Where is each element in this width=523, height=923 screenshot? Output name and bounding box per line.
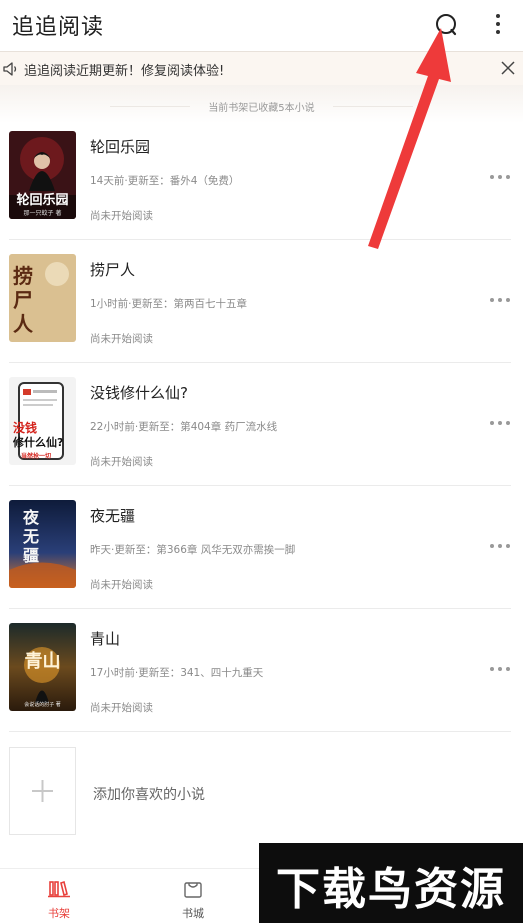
cover-title: 夜无疆 xyxy=(23,508,40,565)
add-book-label: 添加你喜欢的小说 xyxy=(93,787,205,803)
book-status: 尚未开始阅读 xyxy=(90,702,153,714)
vertical-dots-icon xyxy=(496,14,500,34)
book-item[interactable]: 捞尸人 捞尸人 1小时前·更新至：第两百七十五章 尚未开始阅读 xyxy=(0,241,523,363)
book-update: 14天前·更新至：番外4（免费） xyxy=(90,175,240,187)
book-item[interactable]: 夜无疆 夜无疆 昨天·更新至：第366章 风华无双亦需挨一脚 尚未开始阅读 xyxy=(0,487,523,609)
bookshelf-icon xyxy=(48,880,70,898)
divider xyxy=(333,106,413,107)
more-dots-icon[interactable] xyxy=(488,418,512,428)
book-cover: 轮回乐园 那一只蚊子 著 xyxy=(9,131,76,219)
divider xyxy=(9,239,511,240)
book-title: 没钱修什么仙? xyxy=(90,384,188,402)
cover-text-bottom: 当然抢一切 xyxy=(21,453,52,460)
store-icon xyxy=(184,882,202,898)
book-update: 1小时前·更新至：第两百七十五章 xyxy=(90,298,248,310)
notice-bar: 追追阅读近期更新！修复阅读体验! xyxy=(0,51,523,85)
watermark-text: 下载鸟资源 xyxy=(276,864,506,915)
book-title: 青山 xyxy=(90,630,121,648)
tab-label: 书架 xyxy=(48,907,70,920)
book-cover: 青山 会说话的肘子 著 xyxy=(9,623,76,711)
add-book-button[interactable] xyxy=(9,747,76,835)
watermark: 下载鸟资源 xyxy=(259,843,523,923)
divider xyxy=(9,485,511,486)
divider xyxy=(9,731,511,732)
search-icon xyxy=(436,14,457,36)
book-update: 22小时前·更新至：第404章 药厂流水线 xyxy=(90,421,278,433)
cover-author: 会说话的肘子 著 xyxy=(24,702,61,708)
tab-label: 书城 xyxy=(182,907,204,920)
more-dots-icon[interactable] xyxy=(488,541,512,551)
tab-bookstore[interactable]: 书城 xyxy=(153,869,233,923)
shelf-summary-text: 当前书架已收藏5本小说 xyxy=(208,103,315,114)
book-update: 17小时前·更新至：341、四十九重天 xyxy=(90,667,264,679)
more-menu-button[interactable] xyxy=(486,11,510,39)
book-item[interactable]: 青山 会说话的肘子 著 青山 17小时前·更新至：341、四十九重天 尚未开始阅… xyxy=(0,610,523,732)
book-cover: 夜无疆 xyxy=(9,500,76,588)
cover-title: 轮回乐园 xyxy=(16,193,69,208)
book-cover: 捞尸人 xyxy=(9,254,76,342)
divider xyxy=(9,362,511,363)
book-title: 捞尸人 xyxy=(90,261,136,279)
book-cover: 没钱 修什么仙? 当然抢一切 xyxy=(9,377,76,465)
book-update: 昨天·更新至：第366章 风华无双亦需挨一脚 xyxy=(90,544,296,556)
book-title: 轮回乐园 xyxy=(90,138,151,156)
cover-title: 捞尸人 xyxy=(13,264,33,336)
more-dots-icon[interactable] xyxy=(488,295,512,305)
book-status: 尚未开始阅读 xyxy=(90,333,153,345)
add-book-row[interactable]: 添加你喜欢的小说 xyxy=(0,733,523,853)
tab-bookshelf[interactable]: 书架 xyxy=(19,869,99,923)
speaker-icon xyxy=(3,62,17,76)
book-status: 尚未开始阅读 xyxy=(90,579,153,591)
book-status: 尚未开始阅读 xyxy=(90,210,153,222)
close-icon[interactable] xyxy=(498,58,518,78)
divider xyxy=(9,608,511,609)
search-button[interactable] xyxy=(430,9,462,41)
app-title: 追追阅读 xyxy=(12,15,105,40)
cover-author: 那一只蚊子 著 xyxy=(23,210,62,217)
book-item[interactable]: 没钱 修什么仙? 当然抢一切 没钱修什么仙? 22小时前·更新至：第404章 药… xyxy=(0,364,523,486)
book-item[interactable]: 轮回乐园 那一只蚊子 著 轮回乐园 14天前·更新至：番外4（免费） 尚未开始阅… xyxy=(0,118,523,240)
cover-text-mid: 修什么仙? xyxy=(13,436,64,449)
top-bar: 追追阅读 xyxy=(0,0,523,50)
cover-title: 青山 xyxy=(24,651,61,672)
more-dots-icon[interactable] xyxy=(488,664,512,674)
book-status: 尚未开始阅读 xyxy=(90,456,153,468)
notice-text: 追追阅读近期更新！修复阅读体验! xyxy=(24,64,225,79)
book-title: 夜无疆 xyxy=(90,507,136,525)
plus-icon xyxy=(32,780,53,802)
more-dots-icon[interactable] xyxy=(488,172,512,182)
